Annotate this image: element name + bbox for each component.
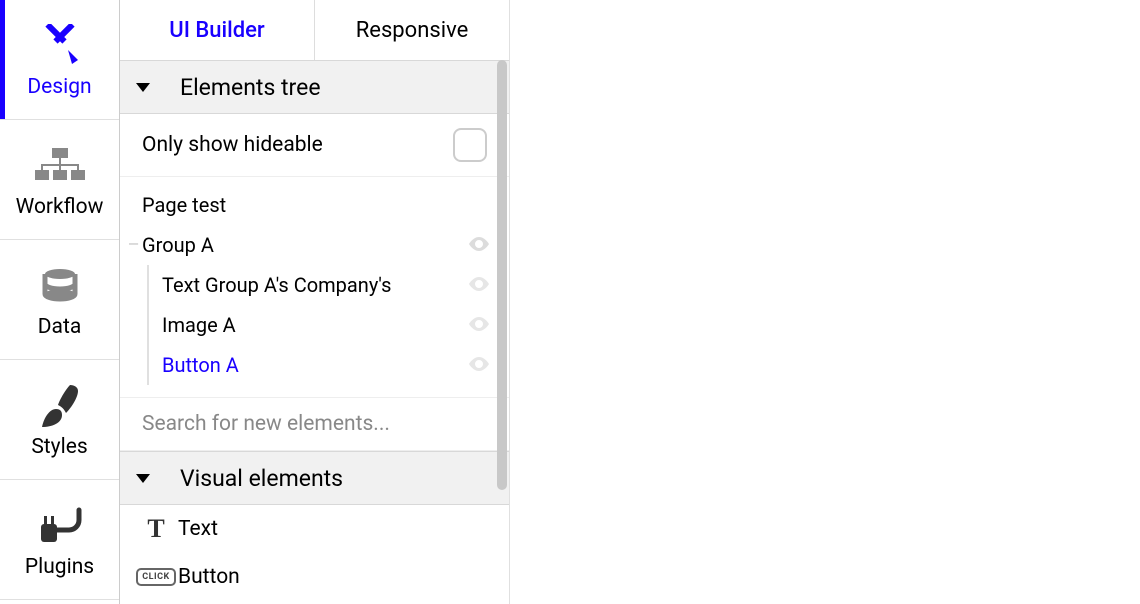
tab-ui-builder[interactable]: UI Builder <box>120 0 315 60</box>
scrollbar-thumb[interactable] <box>497 60 507 490</box>
plugins-icon <box>37 501 83 551</box>
nav-data[interactable]: Data <box>0 240 119 360</box>
eye-icon[interactable] <box>469 275 489 296</box>
tree-item-group-a[interactable]: — Group A <box>142 225 497 265</box>
tree-item-page-label: Page test <box>142 193 226 217</box>
button-icon: CLICK <box>134 568 178 586</box>
element-text-label: Text <box>178 517 218 541</box>
scrollbar[interactable] <box>495 60 509 604</box>
chevron-down-icon <box>136 474 150 483</box>
nav-design[interactable]: Design <box>0 0 119 120</box>
tree-item-image-a-label: Image A <box>162 313 236 337</box>
eye-icon[interactable] <box>469 235 489 256</box>
section-visual-elements-label: Visual elements <box>180 465 343 492</box>
element-button[interactable]: CLICK Button <box>120 553 509 601</box>
section-visual-elements[interactable]: Visual elements <box>120 451 509 505</box>
collapse-icon[interactable]: — <box>128 237 139 253</box>
section-elements-tree[interactable]: Elements tree <box>120 60 509 114</box>
tree-item-text-company-label: Text Group A's Company's <box>162 273 391 297</box>
design-icon <box>38 21 82 71</box>
tree-item-button-a[interactable]: Button A <box>142 345 497 385</box>
tree-item-group-a-label: Group A <box>142 233 214 257</box>
workflow-icon <box>33 141 87 191</box>
eye-icon[interactable] <box>469 355 489 376</box>
elements-tree: Page test — Group A Text Group A's Compa… <box>120 177 509 398</box>
search-input[interactable] <box>142 412 487 436</box>
nav-plugins[interactable]: Plugins <box>0 480 119 600</box>
panel-tabs: UI Builder Responsive <box>120 0 509 60</box>
only-show-hideable-row: Only show hideable <box>120 114 509 177</box>
nav-plugins-label: Plugins <box>25 555 94 579</box>
search-row <box>120 398 509 451</box>
only-show-hideable-checkbox[interactable] <box>453 128 487 162</box>
only-show-hideable-label: Only show hideable <box>142 133 323 157</box>
chevron-down-icon <box>136 83 150 92</box>
left-nav: Design Workflow Data Styles Plugins <box>0 0 120 604</box>
tree-item-image-a[interactable]: Image A <box>142 305 497 345</box>
nav-workflow-label: Workflow <box>16 195 104 219</box>
text-icon: T <box>134 514 178 544</box>
nav-styles-label: Styles <box>31 435 87 459</box>
element-button-label: Button <box>178 565 240 589</box>
nav-styles[interactable]: Styles <box>0 360 119 480</box>
nav-design-label: Design <box>27 75 91 99</box>
data-icon <box>40 261 80 311</box>
tab-responsive[interactable]: Responsive <box>315 0 509 60</box>
tree-item-page[interactable]: Page test <box>142 185 497 225</box>
panel-body: Elements tree Only show hideable Page te… <box>120 60 509 604</box>
eye-icon[interactable] <box>469 315 489 336</box>
element-text[interactable]: T Text <box>120 505 509 553</box>
nav-data-label: Data <box>38 315 82 339</box>
editor-panel: UI Builder Responsive Elements tree Only… <box>120 0 510 604</box>
nav-workflow[interactable]: Workflow <box>0 120 119 240</box>
styles-icon <box>40 381 80 431</box>
section-elements-tree-label: Elements tree <box>180 74 321 101</box>
tree-item-text-company[interactable]: Text Group A's Company's <box>142 265 497 305</box>
tree-item-button-a-label: Button A <box>162 353 239 377</box>
